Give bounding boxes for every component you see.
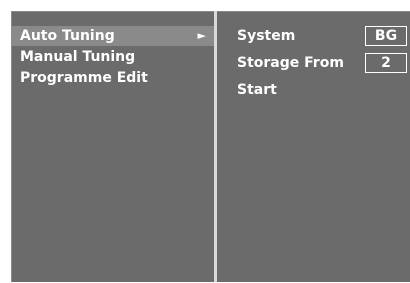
- storage-from-label[interactable]: Storage From: [237, 53, 344, 73]
- menu-item-label: Auto Tuning: [20, 28, 115, 44]
- submenu-arrow-icon: ►: [197, 29, 206, 42]
- menu-item-manual-tuning[interactable]: Manual Tuning: [12, 47, 214, 67]
- main-menu-panel: Auto Tuning ► Manual Tuning Programme Ed…: [11, 11, 214, 282]
- start-option[interactable]: Start: [237, 80, 277, 100]
- auto-tuning-submenu-panel: System BG Storage From 2 Start: [217, 11, 410, 282]
- menu-item-label: Manual Tuning: [20, 49, 136, 65]
- system-value-box[interactable]: BG: [365, 26, 407, 46]
- menu-item-label: Programme Edit: [20, 70, 148, 86]
- menu-item-auto-tuning[interactable]: Auto Tuning ►: [12, 26, 214, 46]
- storage-from-value-box[interactable]: 2: [365, 53, 407, 73]
- menu-item-programme-edit[interactable]: Programme Edit: [12, 68, 214, 88]
- system-label[interactable]: System: [237, 26, 295, 46]
- tuning-menu-screen: Auto Tuning ► Manual Tuning Programme Ed…: [0, 0, 410, 283]
